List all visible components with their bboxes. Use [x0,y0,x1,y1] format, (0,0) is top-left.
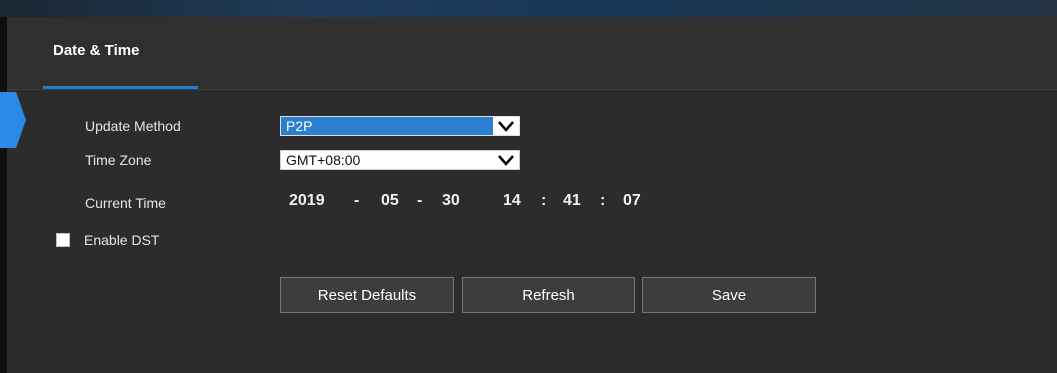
time-day: 30 [442,192,460,209]
tab-date-time[interactable]: Date & Time [53,42,139,59]
enable-dst-label: Enable DST [84,232,160,248]
update-method-value: P2P [286,118,313,134]
time-zone-label: Time Zone [85,152,152,168]
update-method-select[interactable]: P2P [280,116,520,136]
chevron-down-icon[interactable] [497,119,515,133]
save-button[interactable]: Save [642,277,816,313]
top-bar [0,0,1057,17]
enable-dst-checkbox[interactable] [56,233,70,247]
current-time-label: Current Time [85,195,166,211]
time-zone-value: GMT+08:00 [286,152,361,168]
active-section-arrow-icon [0,92,26,148]
time-year: 2019 [289,192,325,209]
reset-defaults-button[interactable]: Reset Defaults [280,277,454,313]
panel-header: Date & Time [7,17,1057,90]
time-separator: - [354,192,360,209]
time-separator: - [417,192,423,209]
time-second: 07 [623,192,641,209]
time-separator: : [600,192,606,209]
time-minute: 41 [563,192,581,209]
update-method-label: Update Method [85,118,181,134]
date-time-panel: Date & Time Update Method P2P Time Zone … [0,17,1057,373]
time-month: 05 [381,192,399,209]
time-zone-select[interactable]: GMT+08:00 [280,150,520,170]
left-rail [0,17,7,373]
active-tab-indicator [43,86,198,89]
refresh-button[interactable]: Refresh [462,277,635,313]
chevron-down-icon[interactable] [497,153,515,167]
time-hour: 14 [503,192,521,209]
time-separator: : [541,192,547,209]
